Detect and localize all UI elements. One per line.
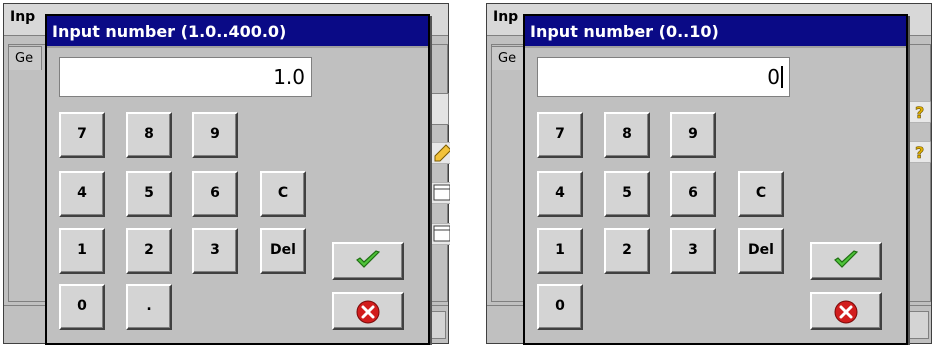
key-7[interactable]: 7 xyxy=(537,112,583,158)
key-8[interactable]: 8 xyxy=(126,112,172,158)
number-input-dialog: Input number (1.0..400.0) 1.0 7 8 9 4 5 … xyxy=(45,14,430,345)
dialog-title: Input number (1.0..400.0) xyxy=(52,22,287,41)
number-display-value: 0 xyxy=(767,65,780,89)
ok-button[interactable] xyxy=(810,242,882,280)
help-question-icon[interactable]: ? xyxy=(907,101,931,123)
number-display-field[interactable]: 1.0 xyxy=(59,57,312,97)
key-3[interactable]: 3 xyxy=(192,228,238,274)
dialog-title: Input number (0..10) xyxy=(530,22,719,41)
key-7[interactable]: 7 xyxy=(59,112,105,158)
key-8[interactable]: 8 xyxy=(604,112,650,158)
key-9[interactable]: 9 xyxy=(192,112,238,158)
text-cursor xyxy=(781,66,783,88)
screenshot-right: Inp Ge ? ? Input number (0..10) 0 7 8 9 … xyxy=(483,0,933,345)
key-5[interactable]: 5 xyxy=(126,171,172,217)
key-0[interactable]: 0 xyxy=(537,284,583,330)
number-display-field[interactable]: 0 xyxy=(537,57,790,97)
background-field[interactable] xyxy=(429,93,449,125)
key-6[interactable]: 6 xyxy=(670,171,716,217)
cancel-x-icon xyxy=(355,299,381,329)
key-1[interactable]: 1 xyxy=(59,228,105,274)
number-input-dialog: Input number (0..10) 0 7 8 9 4 5 6 C 1 2… xyxy=(523,14,908,345)
key-4[interactable]: 4 xyxy=(537,171,583,217)
clear-key[interactable]: C xyxy=(738,171,784,217)
key-decimal-point[interactable]: . xyxy=(126,284,172,330)
checkmark-icon xyxy=(833,249,859,275)
clear-key[interactable]: C xyxy=(260,171,306,217)
key-0[interactable]: 0 xyxy=(59,284,105,330)
key-6[interactable]: 6 xyxy=(192,171,238,217)
key-5[interactable]: 5 xyxy=(604,171,650,217)
delete-key[interactable]: Del xyxy=(738,228,784,274)
key-1[interactable]: 1 xyxy=(537,228,583,274)
background-tab[interactable]: Ge xyxy=(491,46,525,70)
cancel-button[interactable] xyxy=(332,292,404,330)
svg-text:?: ? xyxy=(915,103,924,122)
key-3[interactable]: 3 xyxy=(670,228,716,274)
cancel-x-icon xyxy=(833,299,859,329)
checkmark-icon xyxy=(355,249,381,275)
background-tab[interactable]: Ge xyxy=(8,46,42,70)
key-4[interactable]: 4 xyxy=(59,171,105,217)
dialog-titlebar: Input number (1.0..400.0) xyxy=(47,16,428,48)
calendar-icon[interactable] xyxy=(430,182,450,204)
ok-button[interactable] xyxy=(332,242,404,280)
help-question-icon[interactable]: ? xyxy=(907,141,931,163)
key-2[interactable]: 2 xyxy=(126,228,172,274)
svg-text:?: ? xyxy=(915,143,924,162)
screenshot-left: Inp Ge Input number (1.0..400.0) 1.0 7 8… xyxy=(0,0,450,345)
background-window-title: Inp xyxy=(10,9,36,25)
number-display-value: 1.0 xyxy=(273,65,305,89)
pencil-icon[interactable] xyxy=(430,142,450,164)
calendar-icon[interactable] xyxy=(430,223,450,245)
key-9[interactable]: 9 xyxy=(670,112,716,158)
key-2[interactable]: 2 xyxy=(604,228,650,274)
dialog-titlebar: Input number (0..10) xyxy=(525,16,906,48)
background-window-title: Inp xyxy=(493,9,519,25)
delete-key[interactable]: Del xyxy=(260,228,306,274)
cancel-button[interactable] xyxy=(810,292,882,330)
